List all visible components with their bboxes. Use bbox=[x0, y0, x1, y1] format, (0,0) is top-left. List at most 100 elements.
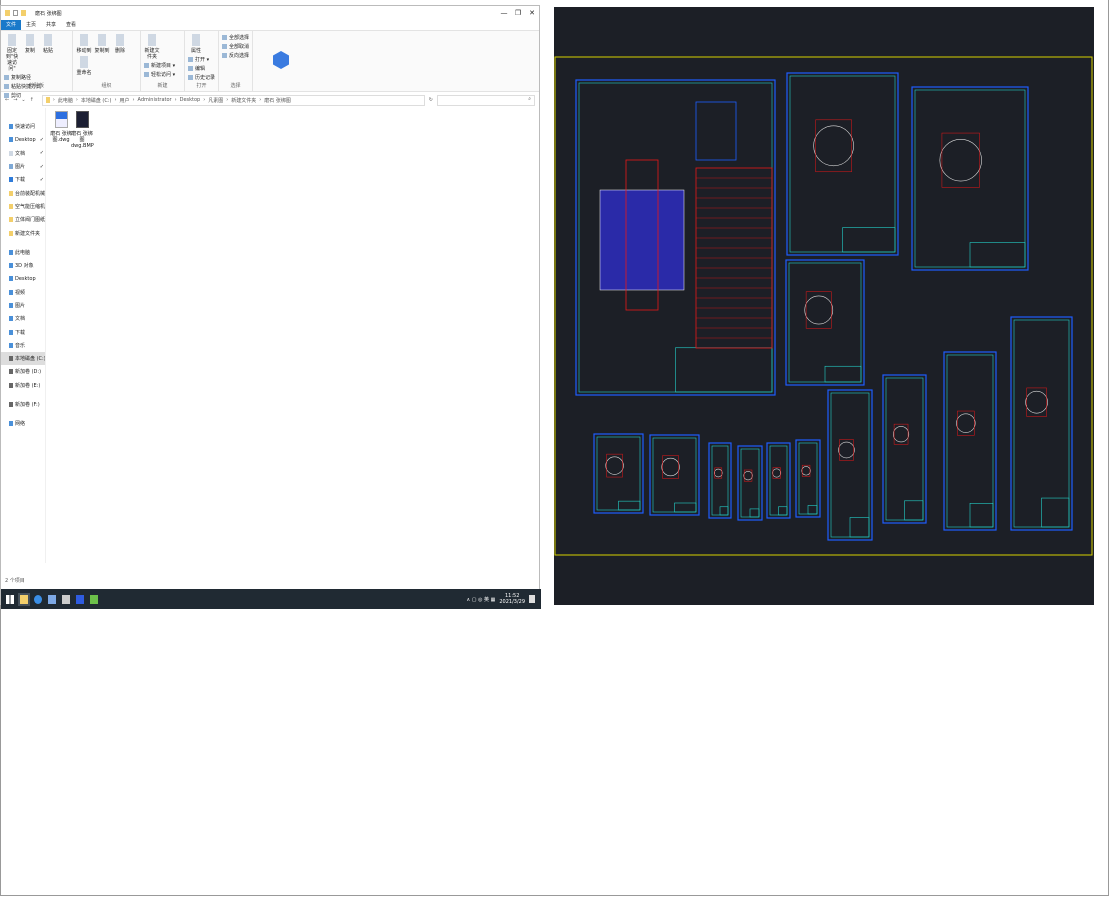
ribbon-button[interactable]: 固定到"快速访问" bbox=[4, 34, 20, 72]
breadcrumb-separator[interactable]: › bbox=[226, 97, 228, 103]
tab-share[interactable]: 共享 bbox=[41, 20, 61, 30]
ribbon-button[interactable]: 删除 bbox=[112, 34, 128, 54]
breadcrumb[interactable]: › 此电脑 › 本地磁盘 (C:) › 用户 › Administrator › Desktop ›… bbox=[41, 94, 425, 106]
clock[interactable]: 11:52 2021/3/29 bbox=[499, 593, 525, 605]
breadcrumb-item[interactable]: 新建文件夹 bbox=[231, 97, 256, 104]
sidebar-item[interactable]: 新加卷 (F:) bbox=[1, 398, 45, 411]
sidebar-item[interactable]: 立体阀门图纸 bbox=[1, 213, 45, 226]
file-name: 磨石 张绑图.dwg bbox=[50, 131, 72, 143]
title-block bbox=[675, 347, 773, 393]
browser-taskbar-icon[interactable] bbox=[34, 594, 42, 604]
ribbon-small-icon bbox=[222, 53, 227, 58]
breadcrumb-item[interactable]: Administrator bbox=[138, 97, 172, 103]
spec-table bbox=[695, 101, 737, 161]
sidebar-item[interactable]: 新加卷 (E:) bbox=[1, 379, 45, 392]
pin-icon[interactable]: ✓ bbox=[40, 137, 45, 143]
dimension-lines bbox=[815, 119, 852, 173]
start-button[interactable] bbox=[6, 594, 14, 604]
title-block bbox=[1041, 497, 1070, 528]
part-view bbox=[956, 413, 976, 433]
sidebar-item[interactable]: 3D 对象 bbox=[1, 259, 45, 272]
properties-icon[interactable] bbox=[13, 10, 18, 16]
ribbon-button[interactable]: 复制到 bbox=[94, 34, 110, 54]
search-input[interactable]: ⌕ bbox=[437, 94, 535, 106]
pin-icon[interactable]: ✓ bbox=[40, 150, 45, 156]
breadcrumb-separator[interactable]: › bbox=[175, 97, 177, 103]
tab-file[interactable]: 文件 bbox=[1, 20, 22, 30]
sidebar-item[interactable]: 图片 ✓ bbox=[1, 160, 45, 173]
ribbon-button-icon bbox=[44, 34, 52, 46]
ribbon-small-button[interactable]: 全部取消 bbox=[222, 43, 249, 50]
sidebar-item[interactable]: 空气能压缩机图 bbox=[1, 200, 45, 213]
sidebar-item[interactable]: Desktop bbox=[1, 272, 45, 285]
ribbon-small-button[interactable]: 打开 ▾ bbox=[188, 56, 215, 63]
file-explorer-taskbar-icon[interactable] bbox=[18, 592, 30, 606]
image-viewer-taskbar-icon[interactable] bbox=[90, 594, 98, 604]
breadcrumb-separator[interactable]: › bbox=[53, 97, 55, 103]
ribbon-small-button[interactable]: 复制路径 bbox=[4, 74, 48, 81]
pin-icon[interactable]: ✓ bbox=[40, 177, 45, 183]
breadcrumb-separator[interactable]: › bbox=[203, 97, 205, 103]
sidebar-item[interactable]: 新建文件夹 bbox=[1, 226, 45, 239]
ribbon-button[interactable]: 复制 bbox=[22, 34, 38, 72]
sidebar-item-label: 新加卷 (F:) bbox=[15, 402, 40, 409]
sidebar-item[interactable]: 图片 bbox=[1, 299, 45, 312]
ribbon-small-icon bbox=[222, 44, 227, 49]
pin-icon[interactable]: ✓ bbox=[40, 164, 45, 170]
ribbon-button-label: 移动到 bbox=[76, 48, 92, 54]
sidebar-item[interactable]: 快速访问 bbox=[1, 120, 45, 133]
breadcrumb-item[interactable]: 磨石 张绑图 bbox=[264, 97, 291, 104]
refresh-button[interactable]: ↻ bbox=[429, 97, 433, 103]
ribbon-small-button[interactable]: 全部选择 bbox=[222, 34, 249, 41]
sidebar-item[interactable]: 本地磁盘 (C:) bbox=[1, 352, 45, 366]
sidebar-item[interactable]: 音乐 bbox=[1, 339, 45, 352]
ribbon-button[interactable]: 重命名 bbox=[76, 56, 92, 76]
cad-viewer-taskbar-icon[interactable] bbox=[76, 594, 84, 604]
breadcrumb-item[interactable]: 凡素图 bbox=[208, 97, 223, 104]
breadcrumb-separator[interactable]: › bbox=[259, 97, 261, 103]
sidebar-item[interactable]: 此电脑 bbox=[1, 246, 45, 259]
document-taskbar-icon[interactable] bbox=[48, 594, 56, 604]
ribbon-small-button[interactable]: 编辑 bbox=[188, 65, 215, 72]
sidebar-item[interactable]: 新加卷 (D:) bbox=[1, 365, 45, 378]
ribbon-small-button[interactable]: 反向选择 bbox=[222, 52, 249, 59]
sidebar-item[interactable]: Desktop ✓ bbox=[1, 133, 45, 146]
ribbon-small-button[interactable]: 轻松访问 ▾ bbox=[144, 71, 181, 78]
ribbon-button[interactable]: 粘贴 bbox=[40, 34, 56, 72]
breadcrumb-item[interactable]: 用户 bbox=[120, 97, 130, 104]
new-folder-icon[interactable] bbox=[21, 10, 26, 16]
sidebar-item[interactable]: 台前装配机械图 bbox=[1, 186, 45, 199]
sidebar-item[interactable]: 文档 bbox=[1, 312, 45, 325]
notification-icon[interactable] bbox=[529, 595, 535, 603]
ribbon-button[interactable]: 新建文件夹 bbox=[144, 34, 160, 60]
ribbon-small-button[interactable]: 新建项目 ▾ bbox=[144, 62, 181, 69]
file-item-bmp[interactable]: 磨石 张绑图 dwg.BMP bbox=[71, 111, 94, 149]
breadcrumb-separator[interactable]: › bbox=[133, 97, 135, 103]
sidebar-item[interactable]: 网络 bbox=[1, 417, 45, 430]
system-tray-icons[interactable]: ∧ ▢ ◎ 英 ▦ bbox=[467, 596, 496, 603]
file-item-dwg[interactable]: 磨石 张绑图.dwg bbox=[50, 111, 72, 143]
ribbon-button[interactable]: 移动到 bbox=[76, 34, 92, 54]
breadcrumb-item[interactable]: 本地磁盘 (C:) bbox=[81, 97, 112, 104]
cad-drawing-preview bbox=[554, 7, 1094, 605]
sidebar-item[interactable]: 下载 ✓ bbox=[1, 173, 45, 186]
breadcrumb-item[interactable]: Desktop bbox=[180, 97, 201, 103]
breadcrumb-separator[interactable]: › bbox=[115, 97, 117, 103]
ribbon-small-button[interactable]: 历史记录 bbox=[188, 74, 215, 81]
tab-home[interactable]: 主页 bbox=[21, 20, 41, 30]
ribbon-button-label: 剪切 bbox=[11, 93, 22, 99]
sidebar-item[interactable]: 视频 bbox=[1, 286, 45, 299]
breadcrumb-separator[interactable]: › bbox=[76, 97, 78, 103]
sidebar-item[interactable]: 下载 bbox=[1, 325, 45, 338]
tab-view[interactable]: 查看 bbox=[61, 20, 81, 30]
minimize-button[interactable]: — bbox=[497, 9, 511, 17]
sidebar-item-label: 视频 bbox=[15, 289, 26, 296]
breadcrumb-item[interactable]: 此电脑 bbox=[58, 97, 73, 104]
maximize-button[interactable]: ❐ bbox=[511, 9, 525, 17]
sidebar-item[interactable]: 文档 ✓ bbox=[1, 147, 45, 160]
ribbon-button[interactable]: 属性 bbox=[188, 34, 204, 54]
close-button[interactable]: ✕ bbox=[525, 9, 539, 17]
ribbon-small-button[interactable]: 剪切 bbox=[4, 92, 48, 99]
app-taskbar-icon[interactable] bbox=[62, 594, 70, 604]
dimension-lines bbox=[714, 467, 723, 479]
